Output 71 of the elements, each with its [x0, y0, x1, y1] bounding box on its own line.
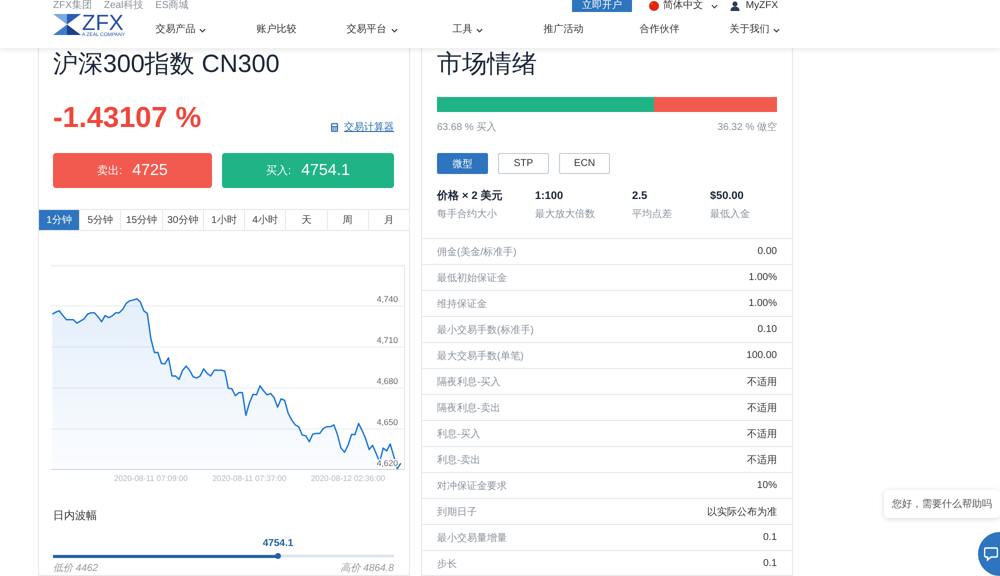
sentiment-title: 市场情绪: [436, 49, 538, 80]
nav-item[interactable]: 推广活动: [544, 23, 584, 37]
y-axis-label: 4,680: [376, 376, 398, 386]
logo-text[interactable]: ZFX: [82, 14, 124, 32]
key-stat-value: 1:100: [535, 189, 564, 204]
spec-value: 0.00: [758, 246, 777, 257]
range-current-value: 4754.1: [262, 537, 294, 551]
spec-value: 1.00%: [748, 298, 777, 309]
key-stat-label: 最大放大倍数: [535, 208, 595, 222]
spec-name: 步长: [437, 558, 457, 570]
spec-name: 利息-卖出: [437, 454, 480, 466]
spec-name: 佣金(美金/标准手): [437, 246, 516, 258]
range-high-label: 高价 4864.8: [340, 563, 394, 575]
nav-item[interactable]: 账户比较: [256, 23, 297, 37]
user-icon: [730, 1, 740, 11]
nav-item[interactable]: 关于我们: [729, 23, 780, 37]
key-stat-label: 平均点差: [632, 208, 672, 222]
key-stat-label: 每手合约大小: [437, 208, 497, 222]
spec-name: 最低初始保证金: [437, 272, 507, 284]
spec-value: 不适用: [747, 402, 777, 414]
chat-icon: [984, 547, 998, 561]
chat-button[interactable]: [978, 532, 1000, 576]
range-title: 日内波幅: [53, 509, 98, 524]
nav-item[interactable]: 交易产品: [155, 23, 206, 37]
y-axis-label: 4,650: [376, 417, 398, 427]
spec-name: 隔夜利息-卖出: [437, 402, 500, 414]
key-stat-value: 2.5: [632, 189, 648, 204]
spec-name: 维持保证金: [437, 298, 487, 310]
spec-name: 隔夜利息-买入: [437, 376, 500, 388]
spec-value: 0.10: [758, 324, 777, 335]
spec-name: 最大交易手数(单笔): [437, 350, 524, 362]
x-axis-label: 2020-08-11 07:09:00: [114, 473, 188, 485]
instrument-title: 沪深300指数 CN300: [52, 49, 280, 80]
key-stat-label: 最低入金: [710, 208, 750, 222]
spec-value: 0.1: [763, 532, 777, 543]
flag-icon: [648, 1, 659, 11]
spec-name: 到期日子: [437, 506, 477, 518]
chat-greeting-bubble[interactable]: 您好，需要什么帮助吗: [884, 490, 1000, 518]
nav-item[interactable]: 工具: [452, 23, 484, 37]
account-type-tab[interactable]: 微型: [437, 153, 488, 174]
spec-value: 不适用: [747, 454, 777, 466]
spec-value: 10%: [756, 480, 777, 491]
nav-item[interactable]: 合作伙伴: [639, 23, 680, 37]
range-low-label: 低价 4462: [53, 563, 98, 575]
account-link[interactable]: MyZFX: [730, 0, 778, 12]
logo-mark-icon: [53, 14, 81, 35]
spec-name: 利息-买入: [437, 428, 480, 440]
spec-value: 100.00: [746, 350, 777, 361]
x-axis-label: 2020-08-11 07:37:00: [212, 473, 286, 485]
account-type-tab[interactable]: ECN: [559, 153, 610, 174]
key-stat-value: 价格 × 2 美元: [437, 188, 503, 204]
spec-value: 1.00%: [748, 272, 777, 283]
spec-value: 不适用: [747, 376, 777, 388]
key-stat-value: $50.00: [710, 189, 744, 204]
spec-value: 以实际公布为准: [707, 506, 777, 518]
short-share-label: 36.32 % 做空: [718, 121, 777, 135]
nav-item[interactable]: 交易平台: [346, 23, 398, 37]
account-type-tab[interactable]: STP: [498, 153, 549, 174]
spec-value: 0.1: [763, 558, 777, 569]
spec-name: 最小交易量增量: [437, 532, 507, 544]
spec-value: 不适用: [747, 428, 777, 440]
buy-share-label: 63.68 % 买入: [437, 121, 496, 135]
caret-icon: [710, 4, 718, 8]
spec-name: 对冲保证金要求: [437, 480, 507, 492]
timeframe-tab[interactable]: 1分钟: [39, 210, 80, 230]
price-change: -1.43107 %: [53, 101, 202, 136]
calculator-icon: [331, 122, 338, 132]
x-axis-label: 2020-08-12 02:36:00: [310, 473, 386, 485]
y-axis-label: 4,710: [376, 335, 398, 345]
spec-name: 最小交易手数(标准手): [437, 324, 534, 336]
y-axis-label: 4,740: [376, 294, 398, 304]
